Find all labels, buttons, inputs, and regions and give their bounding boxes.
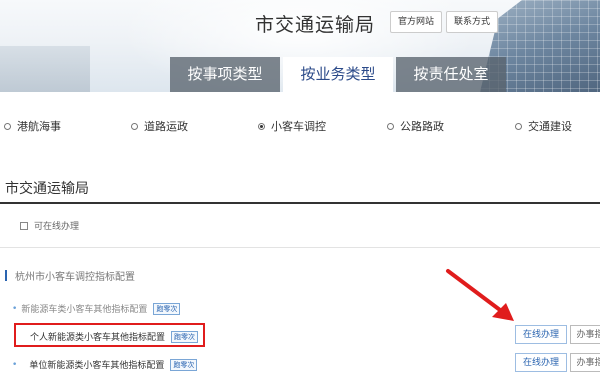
radio-label: 交通建设 [528,120,572,133]
radio-icon [131,122,138,130]
radio-icon [515,122,522,130]
radio-label: 港航海事 [17,120,61,133]
radio-icon [4,122,11,130]
banner-building-left [0,46,90,92]
item-label: 单位新能源类小客车其他指标配置 [29,361,165,371]
zero-trip-badge: 跑零次 [153,302,181,315]
tab-by-item-type[interactable]: 按事项类型 [170,57,280,92]
zero-trip-badge: 跑零次 [170,358,198,371]
service-guide-button[interactable]: 办事指 [570,353,600,372]
group-marker-icon [5,270,7,281]
radio-car-control[interactable]: 小客车调控 [258,118,326,134]
radio-label: 道路运政 [144,120,188,133]
checkbox-label: 可在线办理 [34,222,80,232]
apply-online-button[interactable]: 在线办理 [515,325,567,344]
business-category-radios: 港航海事 道路运政 小客车调控 公路路政 交通建设 [0,118,600,136]
red-arrow-icon [446,269,514,321]
item-label: 新能源车类小客车其他指标配置 [21,305,148,315]
official-site-button[interactable]: 官方网站 [390,11,443,33]
site-title: 市交通运输局 [255,14,376,36]
category-tabs: 按事项类型 按业务类型 按责任处室 [170,57,506,92]
bullet-icon: • [12,359,18,370]
radio-highway-admin[interactable]: 公路路政 [387,118,444,134]
list-item[interactable]: • 单位新能源类小客车其他指标配置 跑零次 [12,358,198,371]
radio-label: 小客车调控 [271,120,326,133]
group-title-text: 杭州市小客车调控指标配置 [15,272,135,283]
service-guide-button[interactable]: 办事指 [570,325,600,344]
online-filter-checkbox[interactable]: 可在线办理 [20,219,79,232]
tab-by-business-type[interactable]: 按业务类型 [283,57,393,92]
section-divider [0,202,600,204]
bullet-icon: • [12,303,18,314]
contact-button[interactable]: 联系方式 [446,11,499,33]
divider [0,247,600,248]
red-highlight-box [14,323,205,347]
list-item[interactable]: • 新能源车类小客车其他指标配置 跑零次 [12,302,181,315]
section-title: 市交通运输局 [5,181,89,197]
header-banner: 市交通运输局 官方网站 联系方式 按事项类型 按业务类型 按责任处室 [0,0,600,92]
checkbox-icon [20,221,28,230]
radio-port-maritime[interactable]: 港航海事 [4,118,61,134]
radio-selected-icon [258,122,265,130]
tab-by-department[interactable]: 按责任处室 [396,57,506,92]
group-title: 杭州市小客车调控指标配置 [5,268,135,283]
radio-label: 公路路政 [400,120,444,133]
radio-transport-construction[interactable]: 交通建设 [515,118,572,134]
radio-icon [387,122,394,130]
apply-online-button[interactable]: 在线办理 [515,353,567,372]
radio-road-transport[interactable]: 道路运政 [131,118,188,134]
